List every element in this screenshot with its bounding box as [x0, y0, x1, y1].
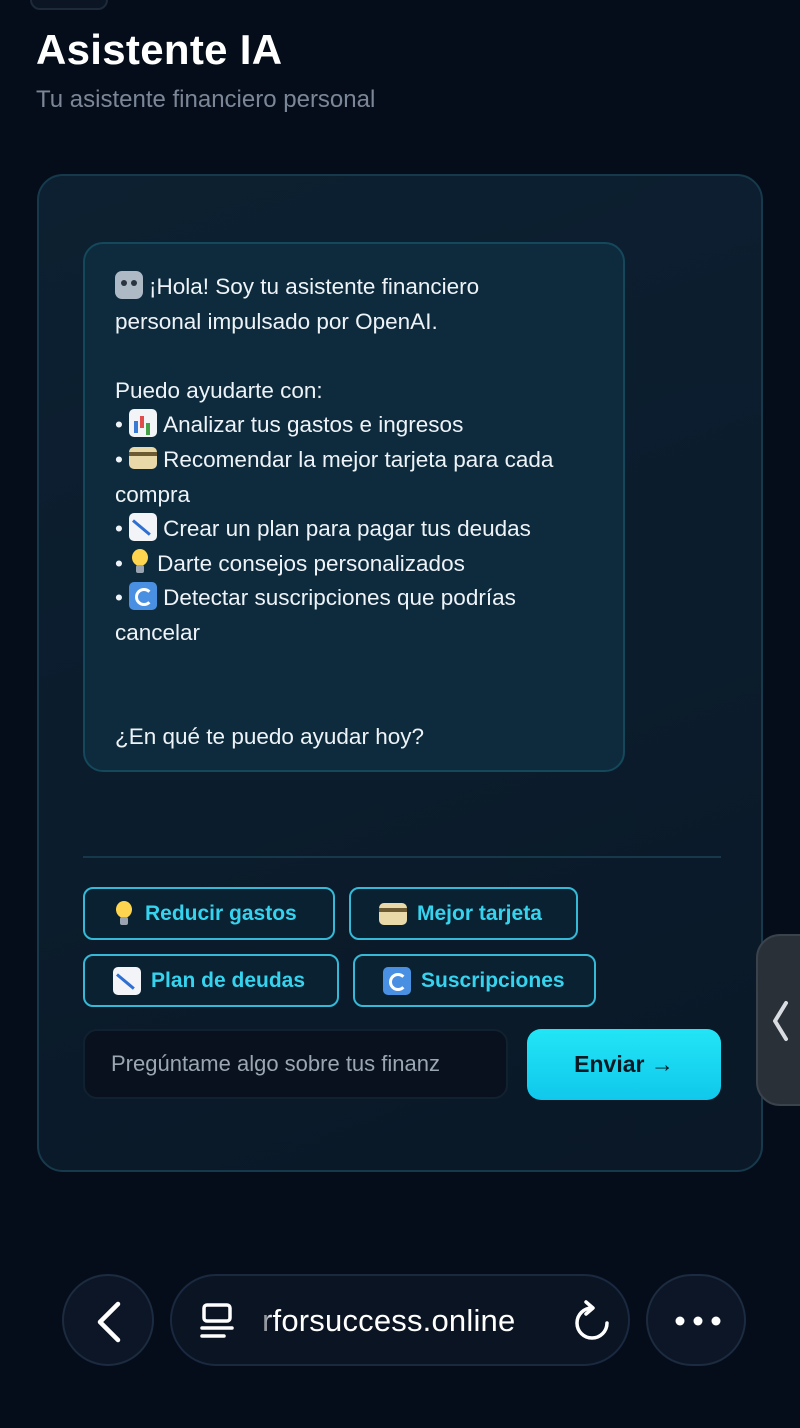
chevron-left-icon — [773, 1001, 788, 1041]
list-item: • Crear un plan para pagar tus deudas — [115, 512, 593, 547]
chat-input-placeholder: Pregúntame algo sobre tus finanz — [111, 1051, 440, 1076]
light-bulb-icon — [129, 548, 151, 576]
top-partial-button[interactable] — [30, 0, 108, 10]
quick-action-label: Mejor tarjeta — [417, 901, 542, 925]
credit-card-icon — [129, 446, 158, 469]
chart-decreasing-icon — [129, 513, 158, 542]
address-bar[interactable]: rforsuccess.online — [170, 1274, 630, 1366]
list-item: • Analizar tus gastos e ingresos — [115, 408, 593, 443]
url-text: rforsuccess.online — [262, 1303, 516, 1338]
greeting-line: ¡Hola! Soy tu asistente financiero — [115, 270, 593, 305]
list-item-text: Detectar suscripciones que podrías — [163, 585, 516, 611]
cycle-arrows-icon — [383, 966, 411, 995]
list-item-continuation: cancelar — [115, 619, 201, 645]
divider — [83, 856, 721, 858]
chat-input[interactable]: Pregúntame algo sobre tus finanz — [83, 1029, 508, 1099]
quick-action-best-card[interactable]: Mejor tarjeta — [349, 887, 578, 940]
url-fade — [258, 1296, 272, 1346]
reload-icon[interactable] — [572, 1300, 612, 1344]
quick-action-reduce-expenses[interactable]: Reducir gastos — [83, 887, 335, 940]
chevron-left-icon — [97, 1301, 121, 1343]
list-item-text: Crear un plan para pagar tus deudas — [163, 516, 531, 542]
bullet: • — [115, 550, 123, 576]
quick-action-debt-plan[interactable]: Plan de deudas — [83, 954, 339, 1007]
more-options-button[interactable] — [646, 1274, 746, 1366]
list-item: • Detectar suscripciones que podrías — [115, 581, 593, 616]
quick-action-label: Reducir gastos — [145, 901, 297, 925]
page-title: Asistente IA — [36, 26, 283, 73]
send-button[interactable]: Enviar → — [527, 1029, 721, 1100]
back-button[interactable] — [62, 1274, 154, 1366]
list-item-text: Recomendar la mejor tarjeta para cada — [163, 446, 554, 472]
chat-panel: ¡Hola! Soy tu asistente financiero perso… — [37, 174, 763, 1172]
greeting-line-2: personal impulsado por OpenAI. — [115, 308, 438, 334]
greeting-text: ¡Hola! Soy tu asistente financiero — [149, 274, 480, 299]
chart-decreasing-icon — [113, 966, 141, 995]
list-item-text: Darte consejos personalizados — [157, 550, 465, 576]
list-item-continuation: compra — [115, 481, 191, 507]
bullet: • — [115, 585, 123, 611]
intro-text: Puedo ayudarte con: — [115, 377, 323, 403]
bullet: • — [115, 446, 123, 472]
assistant-message: ¡Hola! Soy tu asistente financiero perso… — [83, 242, 625, 772]
page-subtitle: Tu asistente financiero personal — [36, 86, 376, 113]
light-bulb-icon — [113, 900, 135, 928]
quick-action-subscriptions[interactable]: Suscripciones — [353, 954, 596, 1007]
closing-question: ¿En qué te puedo ayudar hoy? — [115, 723, 424, 749]
bullet: • — [115, 516, 123, 542]
list-item: • Darte consejos personalizados — [115, 547, 593, 582]
list-item: • Recomendar la mejor tarjeta para cada — [115, 443, 593, 478]
credit-card-icon — [379, 902, 407, 925]
bar-chart-icon — [129, 409, 158, 438]
quick-action-label: Suscripciones — [421, 968, 565, 992]
list-item-text: Analizar tus gastos e ingresos — [163, 412, 464, 438]
robot-icon — [115, 271, 143, 299]
side-panel-handle[interactable] — [756, 934, 800, 1106]
quick-action-label: Plan de deudas — [151, 968, 306, 992]
cycle-arrows-icon — [129, 582, 158, 611]
more-dots-icon — [675, 1316, 721, 1326]
page-menu-icon[interactable] — [198, 1302, 238, 1342]
bullet: • — [115, 412, 123, 438]
